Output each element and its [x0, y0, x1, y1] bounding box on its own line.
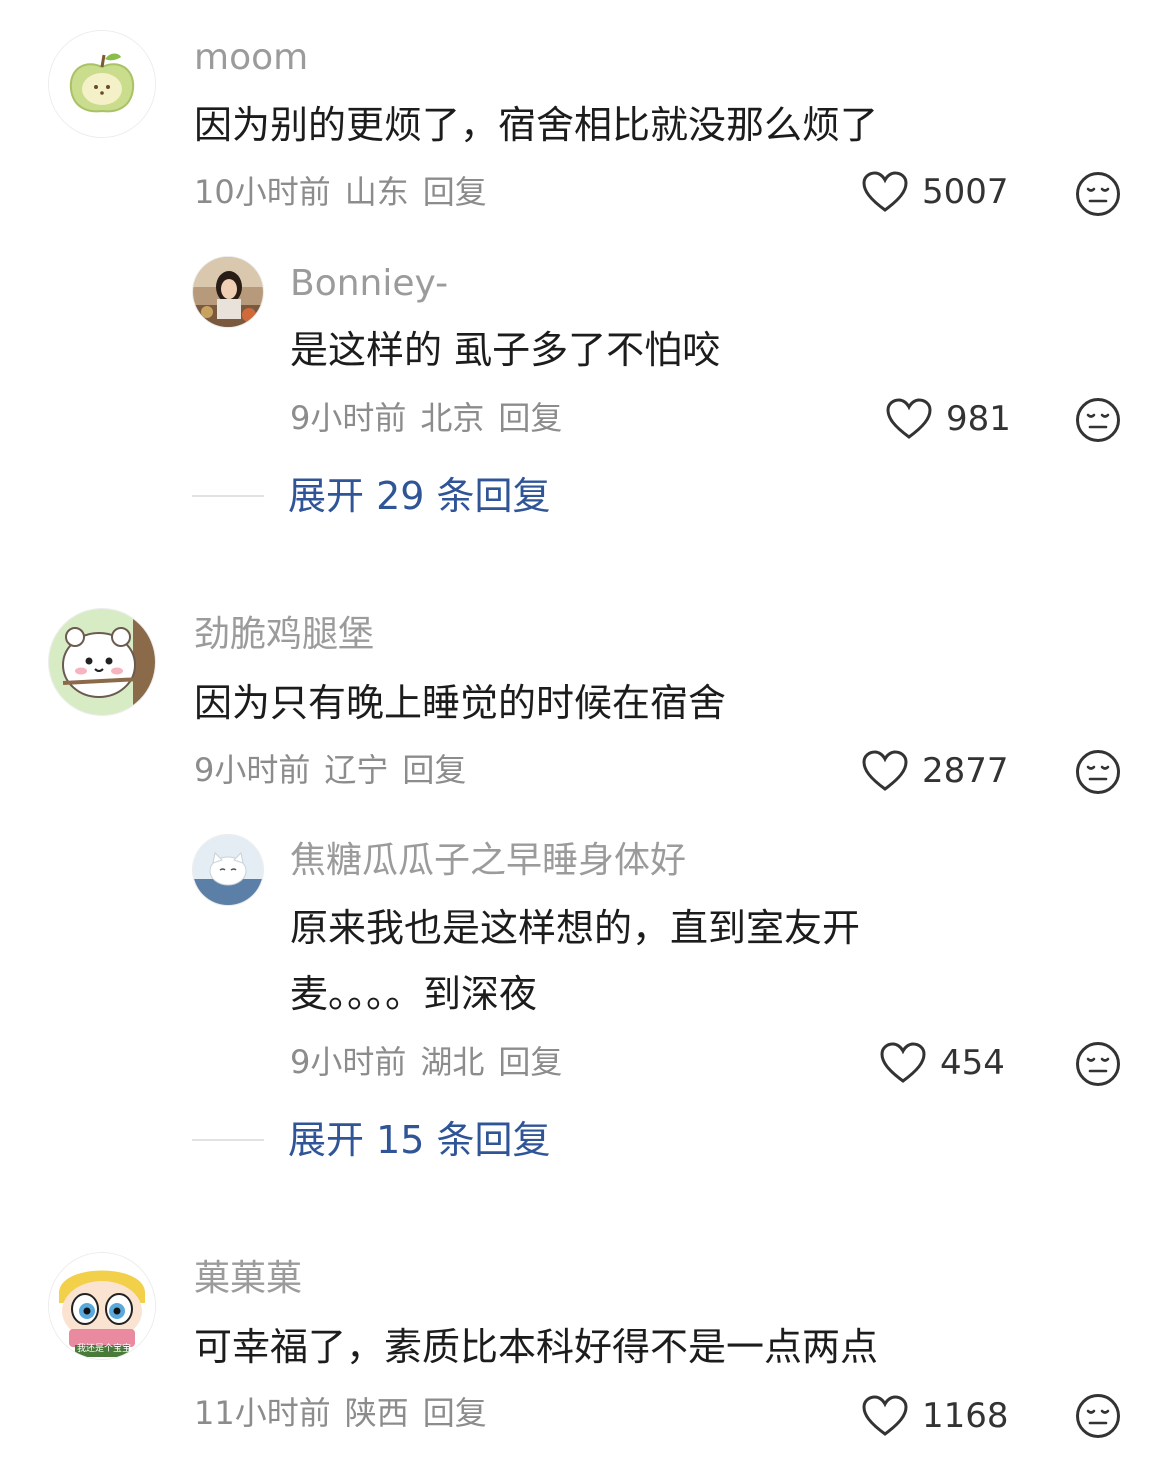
reply-button[interactable]: 回复 [498, 1043, 562, 1081]
comment-text: 可幸福了，素质比本科好得不是一点两点 [194, 1325, 879, 1369]
avatar[interactable] [48, 30, 156, 138]
heart-outline-icon [862, 750, 908, 791]
expressionless-face-icon[interactable] [1075, 1041, 1121, 1087]
like-count: 5007 [922, 172, 1009, 212]
expand-replies-label: 展开 29 条回复 [288, 474, 551, 518]
like-button[interactable]: 1168 [862, 1395, 1009, 1437]
like-button[interactable]: 454 [880, 1042, 1005, 1084]
like-button[interactable]: 981 [886, 398, 1011, 440]
comment-text: 因为只有晚上睡觉的时候在宿舍 [194, 681, 727, 725]
reply-button[interactable]: 回复 [402, 751, 466, 789]
location: 北京 [420, 399, 485, 437]
avatar[interactable] [192, 256, 264, 328]
username[interactable]: Bonniey- [290, 260, 448, 308]
reply-button[interactable]: 回复 [423, 173, 487, 211]
heart-outline-icon [886, 398, 932, 439]
like-count: 981 [946, 399, 1011, 439]
avatar[interactable]: 我还是个宝宝 [48, 1252, 156, 1360]
location: 辽宁 [324, 751, 389, 789]
username[interactable]: 劲脆鸡腿堡 [194, 611, 374, 659]
timestamp: 10小时前 [194, 173, 331, 211]
comment-meta: 9小时前 辽宁 回复 [194, 748, 480, 792]
photo-avatar-image [193, 257, 263, 327]
username[interactable]: 菓菓菓 [194, 1255, 302, 1303]
username[interactable]: 焦糖瓜瓜子之早睡身体好 [290, 837, 686, 885]
timestamp: 11小时前 [194, 1394, 331, 1432]
comment-text-line-2: 麦。。。。到深夜 [290, 972, 538, 1016]
avatar[interactable] [48, 608, 156, 716]
avatar[interactable] [192, 834, 264, 906]
comment-meta: 10小时前 山东 回复 [194, 170, 501, 214]
like-count: 1168 [922, 1396, 1009, 1436]
divider [192, 495, 264, 497]
cartoon-bear-avatar-image [49, 609, 155, 715]
expand-replies-label: 展开 15 条回复 [288, 1118, 551, 1162]
comment-meta: 9小时前 北京 回复 [290, 396, 576, 440]
location: 湖北 [420, 1043, 485, 1081]
expressionless-face-icon[interactable] [1075, 171, 1121, 217]
comment-meta: 9小时前 湖北 回复 [290, 1040, 576, 1084]
expressionless-face-icon[interactable] [1075, 397, 1121, 443]
reply-button[interactable]: 回复 [498, 399, 562, 437]
expand-replies-button[interactable]: 展开 29 条回复 [192, 471, 551, 521]
comment-text-line-1: 原来我也是这样想的，直到室友开 [290, 906, 861, 950]
cat-avatar-image [193, 835, 263, 905]
timestamp: 9小时前 [194, 751, 311, 789]
like-button[interactable]: 5007 [862, 171, 1009, 213]
like-count: 2877 [922, 751, 1009, 791]
comment-text: 是这样的 虱子多了不怕咬 [290, 328, 721, 372]
location: 陕西 [344, 1394, 409, 1432]
expressionless-face-icon[interactable] [1075, 1393, 1121, 1439]
timestamp: 9小时前 [290, 399, 407, 437]
avatar-caption: 我还是个宝宝 [77, 1344, 132, 1354]
heart-outline-icon [862, 171, 908, 212]
reply-button[interactable]: 回复 [423, 1394, 487, 1432]
like-count: 454 [940, 1043, 1005, 1083]
like-button[interactable]: 2877 [862, 750, 1009, 792]
location: 山东 [344, 173, 409, 211]
heart-outline-icon [862, 1395, 908, 1436]
username[interactable]: moom [194, 34, 308, 82]
expand-replies-button[interactable]: 展开 15 条回复 [192, 1115, 551, 1165]
comment-meta: 11小时前 陕西 回复 [194, 1391, 501, 1435]
divider [192, 1139, 264, 1141]
timestamp: 9小时前 [290, 1043, 407, 1081]
apple-avatar-image [49, 31, 155, 137]
heart-outline-icon [880, 1042, 926, 1083]
comment-text: 因为别的更烦了，宿舍相比就没那么烦了 [194, 103, 879, 147]
expressionless-face-icon[interactable] [1075, 749, 1121, 795]
